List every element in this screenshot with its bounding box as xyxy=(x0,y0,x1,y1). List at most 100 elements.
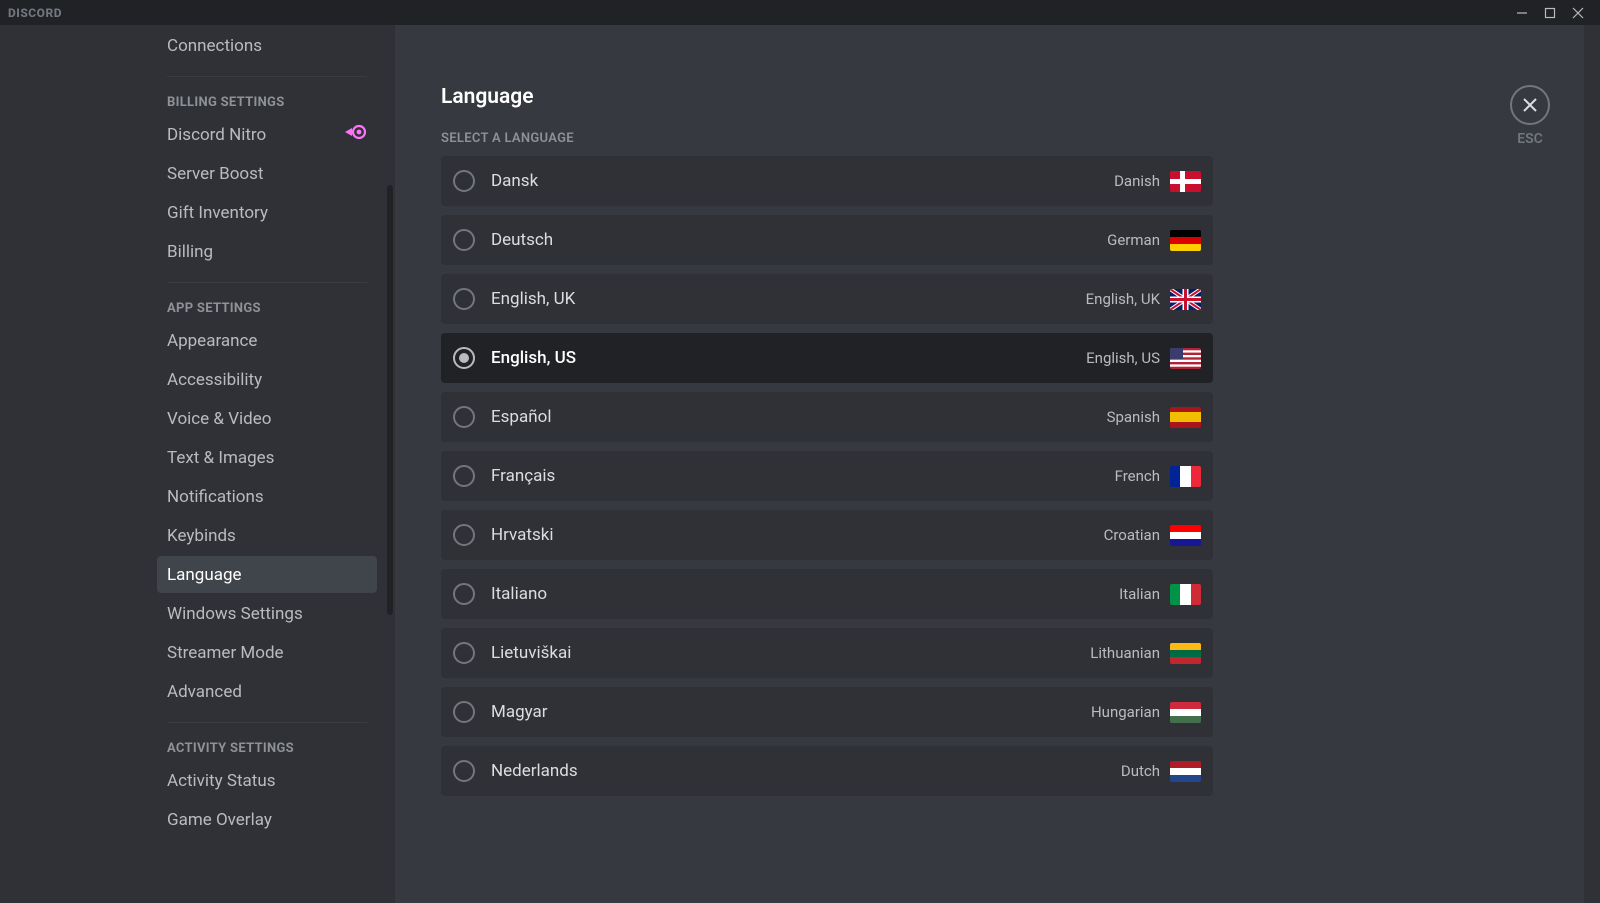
flag-icon-de xyxy=(1170,230,1201,251)
language-subtitle: Lithuanian xyxy=(1090,644,1160,662)
window-maximize-button[interactable] xyxy=(1536,0,1564,25)
language-option-hr[interactable]: Hrvatski Croatian xyxy=(441,510,1213,560)
language-subtitle: German xyxy=(1107,231,1160,249)
sidebar-item-game-overlay[interactable]: Game Overlay xyxy=(157,801,377,838)
close-icon xyxy=(1521,96,1539,114)
language-option-uk[interactable]: English, UK English, UK xyxy=(441,274,1213,324)
radio-icon xyxy=(453,642,475,664)
content-scrollbar-track[interactable] xyxy=(1584,25,1600,903)
language-subtitle: Croatian xyxy=(1104,526,1160,544)
language-name: Français xyxy=(491,466,555,486)
radio-icon xyxy=(453,347,475,369)
radio-icon xyxy=(453,288,475,310)
sidebar-item-label: Activity Status xyxy=(167,771,275,791)
sidebar-item-label: Voice & Video xyxy=(167,409,271,429)
language-subtitle: English, US xyxy=(1086,349,1160,367)
language-name: Hrvatski xyxy=(491,525,553,545)
flag-icon-lt xyxy=(1170,643,1201,664)
radio-icon xyxy=(453,170,475,192)
sidebar-item-appearance[interactable]: Appearance xyxy=(157,322,377,359)
sidebar-item-label: Game Overlay xyxy=(167,810,272,830)
language-option-us[interactable]: English, US English, US xyxy=(441,333,1213,383)
radio-icon xyxy=(453,760,475,782)
flag-icon-dk xyxy=(1170,171,1201,192)
radio-icon xyxy=(453,701,475,723)
sidebar-item-text-images[interactable]: Text & Images xyxy=(157,439,377,476)
sidebar-divider xyxy=(167,76,367,77)
language-option-fr[interactable]: Français French xyxy=(441,451,1213,501)
language-subtitle: Spanish xyxy=(1107,408,1160,426)
radio-icon xyxy=(453,524,475,546)
sidebar-item-accessibility[interactable]: Accessibility xyxy=(157,361,377,398)
sidebar-item-advanced[interactable]: Advanced xyxy=(157,673,377,710)
sidebar-item-activity-status[interactable]: Activity Status xyxy=(157,762,377,799)
radio-icon xyxy=(453,229,475,251)
sidebar-item-label: Server Boost xyxy=(167,164,263,184)
language-name: Deutsch xyxy=(491,230,553,250)
window-minimize-button[interactable] xyxy=(1508,0,1536,25)
language-option-es[interactable]: Español Spanish xyxy=(441,392,1213,442)
sidebar-item-billing[interactable]: Billing xyxy=(157,233,377,270)
titlebar: DISCORD xyxy=(0,0,1600,25)
esc-label: ESC xyxy=(1517,131,1543,147)
sidebar-item-streamer-mode[interactable]: Streamer Mode xyxy=(157,634,377,671)
sidebar-section-header: ACTIVITY SETTINGS xyxy=(157,741,377,756)
language-name: Nederlands xyxy=(491,761,578,781)
flag-icon-fr xyxy=(1170,466,1201,487)
flag-icon-uk xyxy=(1170,289,1201,310)
sidebar-item-label: Advanced xyxy=(167,682,242,702)
sidebar-item-label: Accessibility xyxy=(167,370,262,390)
language-name: Italiano xyxy=(491,584,547,604)
language-option-dk[interactable]: DanskDanish xyxy=(441,156,1213,206)
radio-icon xyxy=(453,583,475,605)
nitro-badge-icon xyxy=(343,124,367,145)
language-subtitle: French xyxy=(1115,467,1160,485)
sidebar-item-label: Notifications xyxy=(167,487,264,507)
language-name: Dansk xyxy=(491,171,538,191)
language-subtitle: English, UK xyxy=(1086,290,1160,308)
language-option-lt[interactable]: Lietuviškai Lithuanian xyxy=(441,628,1213,678)
sidebar-item-keybinds[interactable]: Keybinds xyxy=(157,517,377,554)
sidebar-divider xyxy=(167,282,367,283)
sidebar-item-label: Streamer Mode xyxy=(167,643,284,663)
sidebar-scrollbar[interactable] xyxy=(387,185,393,615)
language-option-hu[interactable]: MagyarHungarian xyxy=(441,687,1213,737)
sidebar-item-label: Billing xyxy=(167,242,213,262)
window-close-button[interactable] xyxy=(1564,0,1592,25)
sidebar-divider xyxy=(167,722,367,723)
sidebar-item-label: Gift Inventory xyxy=(167,203,268,223)
sidebar-item-discord-nitro[interactable]: Discord Nitro xyxy=(157,116,377,153)
field-label: SELECT A LANGUAGE xyxy=(441,131,1213,146)
flag-icon-hu xyxy=(1170,702,1201,723)
close-settings-button[interactable] xyxy=(1510,85,1550,125)
language-name: English, US xyxy=(491,348,576,368)
language-option-it[interactable]: Italiano Italian xyxy=(441,569,1213,619)
sidebar-item-windows-settings[interactable]: Windows Settings xyxy=(157,595,377,632)
sidebar-section-header: BILLING SETTINGS xyxy=(157,95,377,110)
flag-icon-nl xyxy=(1170,761,1201,782)
flag-icon-es xyxy=(1170,407,1201,428)
language-name: English, UK xyxy=(491,289,575,309)
radio-icon xyxy=(453,406,475,428)
sidebar-item-notifications[interactable]: Notifications xyxy=(157,478,377,515)
flag-icon-it xyxy=(1170,584,1201,605)
language-subtitle: Italian xyxy=(1119,585,1160,603)
sidebar-item-server-boost[interactable]: Server Boost xyxy=(157,155,377,192)
sidebar-item-label: Discord Nitro xyxy=(167,125,266,145)
sidebar-item-label: Text & Images xyxy=(167,448,274,468)
sidebar-item-voice-video[interactable]: Voice & Video xyxy=(157,400,377,437)
language-option-nl[interactable]: Nederlands Dutch xyxy=(441,746,1213,796)
language-option-de[interactable]: Deutsch German xyxy=(441,215,1213,265)
language-name: Español xyxy=(491,407,551,427)
radio-icon xyxy=(453,465,475,487)
sidebar-section-header: APP SETTINGS xyxy=(157,301,377,316)
sidebar-item-gift-inventory[interactable]: Gift Inventory xyxy=(157,194,377,231)
app-logo: DISCORD xyxy=(8,6,62,20)
language-subtitle: Dutch xyxy=(1121,762,1160,780)
sidebar-item-language[interactable]: Language xyxy=(157,556,377,593)
sidebar-item-label: Appearance xyxy=(167,331,257,351)
sidebar-item-connections[interactable]: Connections xyxy=(157,27,377,64)
page-title: Language xyxy=(441,85,1213,109)
language-name: Lietuviškai xyxy=(491,643,571,663)
settings-content: Language SELECT A LANGUAGE DanskDanish De… xyxy=(395,25,1600,903)
